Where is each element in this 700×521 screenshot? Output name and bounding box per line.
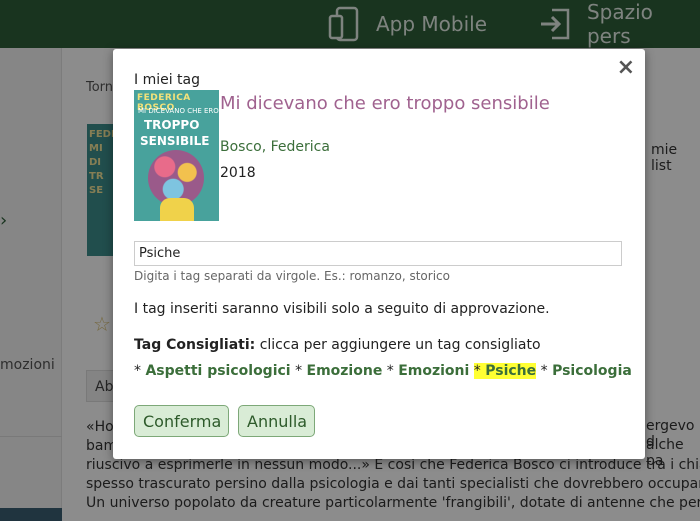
suggested-tag[interactable]: Psicologia	[552, 363, 632, 379]
close-icon[interactable]: ×	[617, 55, 635, 80]
cancel-button[interactable]: Annulla	[238, 405, 315, 437]
suggested-tags-instruction: clicca per aggiungere un tag consigliato	[255, 337, 541, 353]
book-cover: FEDERICA BOSCO MI DICEVANO CHE ERO TROPP…	[134, 90, 219, 221]
tag-input-hint: Digita i tag separati da virgole. Es.: r…	[134, 269, 450, 283]
book-year: 2018	[220, 165, 256, 181]
cover-title-line: MI DICEVANO CHE ERO	[138, 107, 219, 115]
suggested-tags-label: Tag Consigliati: clicca per aggiungere u…	[134, 337, 541, 353]
cover-title-line: TROPPO	[144, 118, 200, 132]
my-tags-dialog: × I miei tag FEDERICA BOSCO MI DICEVANO …	[113, 49, 645, 459]
cover-title-line: SENSIBILE	[140, 134, 210, 148]
tag-separator: *	[473, 363, 481, 379]
approval-notice: I tag inseriti saranno visibili solo a s…	[134, 301, 550, 317]
book-title: Mi dicevano che ero troppo sensibile	[220, 93, 550, 114]
tag-separator: *	[386, 363, 394, 379]
selected-suggested-tag[interactable]: * Psiche	[473, 363, 537, 379]
tag-separator: *	[134, 363, 141, 379]
book-author-link[interactable]: Bosco, Federica	[220, 139, 330, 155]
cover-figure-illustration	[160, 198, 194, 221]
suggested-tag[interactable]: Aspetti psicologici	[145, 363, 290, 379]
tag-input[interactable]	[134, 241, 622, 266]
confirm-button[interactable]: Conferma	[134, 405, 229, 437]
dialog-title: I miei tag	[134, 72, 201, 88]
tag-separator: *	[540, 363, 548, 379]
suggested-tags-list: * Aspetti psicologici * Emozione * Emozi…	[134, 363, 632, 379]
suggested-tags-heading: Tag Consigliati:	[134, 337, 256, 353]
tag-separator: *	[295, 363, 303, 379]
suggested-tag[interactable]: Emozioni	[398, 363, 469, 379]
suggested-tag[interactable]: Psiche	[485, 363, 536, 379]
suggested-tag[interactable]: Emozione	[307, 363, 383, 379]
